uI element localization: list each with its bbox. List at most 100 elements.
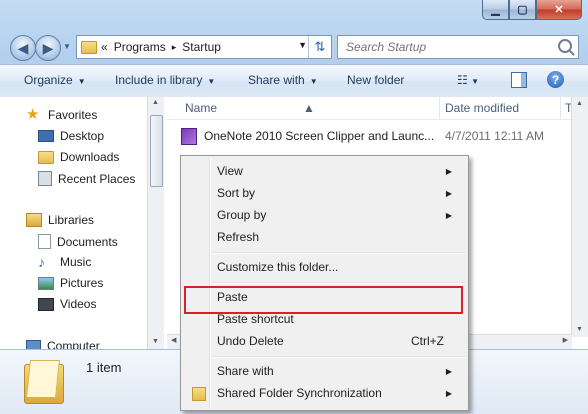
nav-item-desktop[interactable]: Desktop	[38, 129, 104, 143]
search-box[interactable]	[337, 35, 579, 59]
menu-item-label: Shared Folder Synchronization	[217, 386, 382, 400]
minimize-button[interactable]: ▁	[482, 0, 509, 20]
submenu-arrow-icon: ▶	[445, 366, 452, 376]
nav-item-pictures[interactable]: Pictures	[38, 276, 103, 290]
column-header-row: ▲ Name Date modified Typ	[167, 97, 588, 120]
shared-folder-sync-icon	[192, 387, 206, 401]
nav-scrollbar[interactable]: ▲ ▼	[147, 97, 164, 349]
music-icon: ♪	[38, 254, 45, 270]
address-bar[interactable]: « Programs ▸ Startup ▼ ⇅	[76, 35, 332, 59]
scroll-thumb[interactable]	[150, 115, 163, 187]
maximize-icon: ▢	[517, 4, 528, 16]
scroll-down-icon[interactable]: ▼	[152, 338, 159, 345]
scroll-left-icon[interactable]: ◀	[171, 336, 176, 344]
column-divider[interactable]	[560, 97, 561, 119]
share-with-menu[interactable]: Share with ▼	[248, 73, 318, 87]
documents-icon	[38, 234, 51, 249]
menu-item-share-with[interactable]: Share with ▶	[183, 360, 464, 382]
submenu-arrow-icon: ▶	[445, 388, 452, 398]
change-view-button[interactable]: ☷ ▼	[457, 73, 479, 87]
column-header-name[interactable]: Name	[185, 101, 217, 115]
close-icon: ✕	[554, 4, 564, 16]
folder-front	[26, 360, 60, 398]
menu-item-label: Share with	[217, 364, 274, 378]
menu-item-shared-folder-sync[interactable]: Shared Folder Synchronization ▶	[183, 382, 464, 404]
preview-pane-icon[interactable]	[511, 72, 527, 88]
chevron-down-icon: ▼	[309, 77, 318, 86]
include-in-library-menu[interactable]: Include in library ▼	[115, 73, 215, 87]
column-divider[interactable]	[439, 97, 440, 119]
explorer-window: ▁ ▢ ✕ ◀ ▶ ▼ « Programs ▸ Startup ▼ ⇅ Org…	[0, 0, 588, 414]
maximize-button[interactable]: ▢	[509, 0, 536, 20]
nav-item-label: Documents	[57, 234, 118, 249]
minimize-icon: ▁	[491, 4, 500, 16]
chevron-down-icon: ▼	[471, 77, 480, 86]
caption-buttons: ▁ ▢ ✕	[482, 0, 582, 20]
organize-menu[interactable]: Organize ▼	[24, 73, 86, 87]
address-dropdown-icon[interactable]: ▼	[298, 40, 307, 50]
back-arrow-icon: ◀	[17, 39, 29, 56]
nav-favorites[interactable]: ★ Favorites	[26, 106, 98, 123]
recent-pages-dropdown[interactable]: ▼	[63, 42, 71, 51]
nav-item-label: Music	[60, 255, 92, 269]
refresh-button[interactable]: ⇅	[308, 36, 331, 58]
menu-item-group-by[interactable]: Group by ▶	[183, 204, 464, 226]
nav-libraries[interactable]: Libraries	[26, 213, 94, 227]
breadcrumb-programs[interactable]: Programs	[114, 40, 166, 54]
include-in-library-label: Include in library	[115, 73, 203, 87]
navigation-pane: ★ Favorites Desktop Downloads Recent Pla…	[0, 97, 164, 353]
breadcrumb-overflow[interactable]: «	[101, 40, 108, 54]
libraries-icon	[26, 213, 42, 227]
nav-item-recent-places[interactable]: Recent Places	[38, 171, 135, 186]
nav-item-music[interactable]: ♪ Music	[38, 255, 91, 269]
file-date: 4/7/2011 12:11 AM	[445, 129, 544, 143]
forward-arrow-icon: ▶	[42, 39, 54, 56]
menu-item-label: Refresh	[217, 230, 260, 244]
nav-item-videos[interactable]: Videos	[38, 297, 96, 311]
menu-item-label: Paste shortcut	[217, 312, 294, 326]
back-button[interactable]: ◀	[10, 35, 36, 61]
organize-label: Organize	[24, 73, 73, 87]
menu-item-customize-folder[interactable]: Customize this folder...	[183, 256, 464, 278]
new-folder-button[interactable]: New folder	[347, 73, 404, 87]
column-header-date-modified[interactable]: Date modified	[445, 101, 519, 115]
nav-favorites-label: Favorites	[48, 108, 98, 122]
recent-places-icon	[38, 171, 52, 186]
menu-separator	[213, 252, 465, 254]
desktop-icon	[38, 130, 54, 142]
forward-button[interactable]: ▶	[35, 35, 61, 61]
file-name: OneNote 2010 Screen Clipper and Launc...	[204, 129, 435, 143]
pictures-icon	[38, 276, 54, 290]
scroll-down-icon[interactable]: ▼	[576, 326, 583, 333]
submenu-arrow-icon: ▶	[445, 188, 452, 198]
nav-item-label: Videos	[60, 297, 97, 311]
menu-item-refresh[interactable]: Refresh	[183, 226, 464, 248]
command-bar: Organize ▼ Include in library ▼ Share with…	[0, 64, 588, 98]
close-button[interactable]: ✕	[536, 0, 582, 20]
breadcrumb-separator[interactable]: ▸	[172, 42, 177, 53]
menu-separator	[213, 282, 465, 284]
nav-item-documents[interactable]: Documents	[38, 234, 118, 249]
scroll-up-icon[interactable]: ▲	[576, 100, 583, 107]
menu-separator	[213, 356, 465, 358]
menu-item-view[interactable]: View ▶	[183, 160, 464, 182]
scroll-up-icon[interactable]: ▲	[152, 99, 159, 106]
file-list-vertical-scrollbar[interactable]: ▲ ▼	[571, 97, 588, 337]
search-input[interactable]	[344, 39, 548, 55]
breadcrumb-startup[interactable]: Startup	[182, 40, 221, 54]
menu-item-sort-by[interactable]: Sort by ▶	[183, 182, 464, 204]
refresh-icon: ⇅	[314, 39, 326, 54]
file-row[interactable]: OneNote 2010 Screen Clipper and Launc...…	[181, 127, 588, 145]
menu-item-label: Group by	[217, 208, 267, 222]
chevron-down-icon: ▼	[77, 77, 86, 86]
menu-item-undo-delete[interactable]: Undo Delete Ctrl+Z	[183, 330, 464, 352]
onenote-icon	[181, 127, 197, 145]
context-menu: View ▶ Sort by ▶ Group by ▶ Refresh Cust…	[180, 155, 469, 411]
help-icon[interactable]: ?	[547, 71, 564, 88]
menu-item-label: View	[217, 164, 243, 178]
scroll-right-icon[interactable]: ▶	[563, 336, 568, 344]
star-icon: ★	[26, 106, 40, 123]
nav-item-downloads[interactable]: Downloads	[38, 150, 119, 164]
menu-item-label: Customize this folder...	[217, 260, 339, 274]
videos-icon	[38, 297, 54, 311]
